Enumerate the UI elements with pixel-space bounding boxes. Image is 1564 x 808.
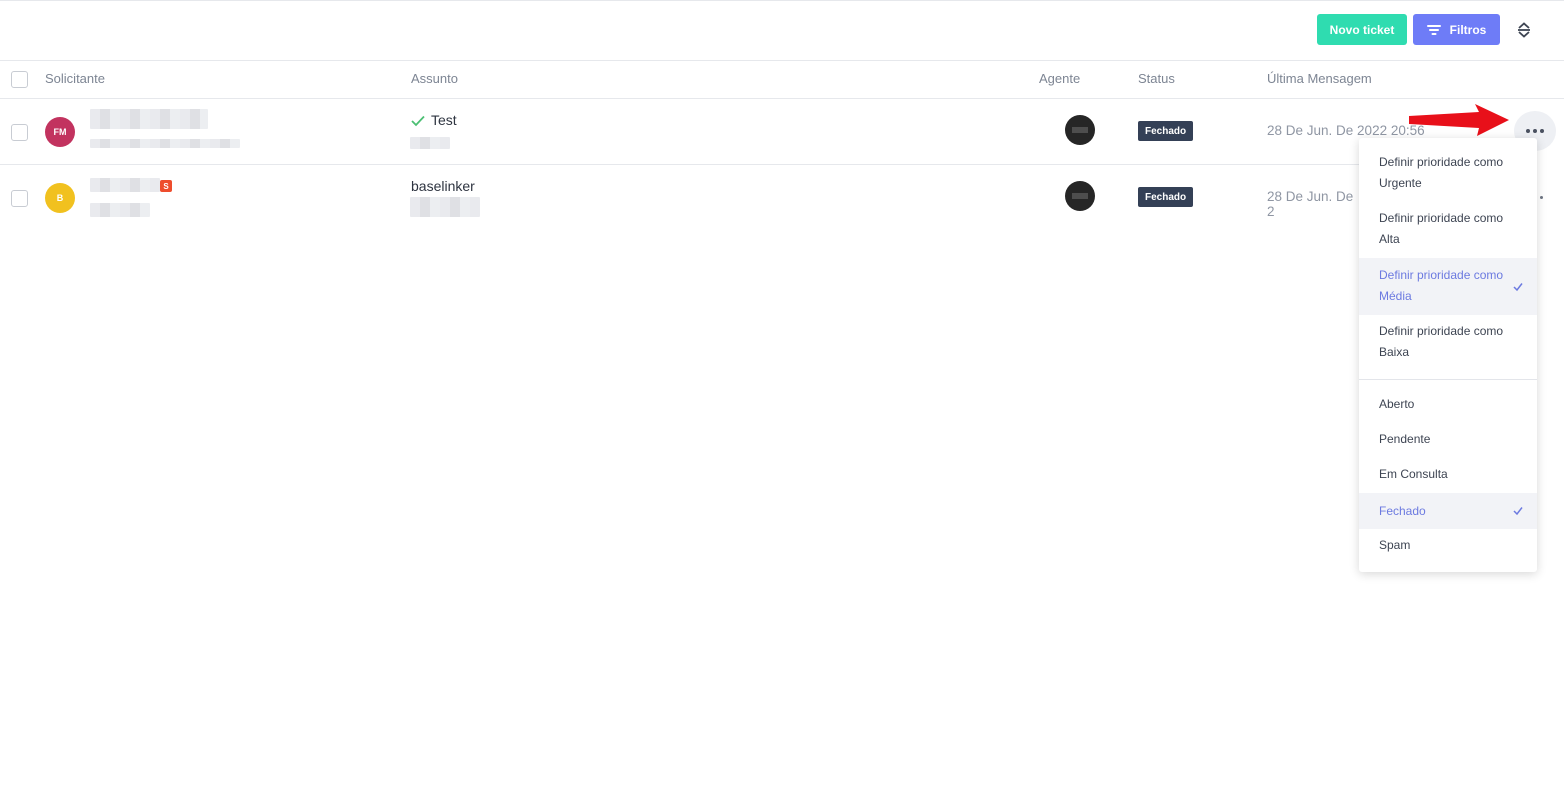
shop-bag-icon: S bbox=[160, 180, 172, 192]
menu-item-label: Definir prioridade como Alta bbox=[1379, 211, 1504, 246]
menu-priority-medium[interactable]: Definir prioridade como Média bbox=[1359, 258, 1537, 315]
avatar: B bbox=[45, 183, 75, 213]
requester-name-redacted bbox=[90, 109, 208, 129]
filters-label: Filtros bbox=[1449, 22, 1487, 37]
column-requester[interactable]: Solicitante bbox=[45, 71, 105, 86]
column-last-message[interactable]: Última Mensagem bbox=[1267, 71, 1372, 86]
agent-avatar bbox=[1065, 181, 1095, 211]
ticket-subject[interactable]: Test bbox=[411, 112, 457, 128]
menu-divider bbox=[1359, 379, 1537, 380]
red-arrow-annotation bbox=[1409, 104, 1509, 136]
menu-priority-urgent[interactable]: Definir prioridade como Urgente bbox=[1359, 152, 1537, 194]
menu-status-closed[interactable]: Fechado bbox=[1359, 493, 1537, 529]
status-badge: Fechado bbox=[1138, 187, 1194, 207]
row-checkbox[interactable] bbox=[11, 124, 28, 141]
agent-avatar bbox=[1065, 115, 1095, 145]
subject-preview-redacted bbox=[410, 197, 480, 217]
table-row[interactable]: FM Test Fechado 28 De Jun. De 2022 20:56 bbox=[0, 98, 1564, 164]
requester-email-redacted bbox=[90, 139, 240, 148]
subject-preview-redacted bbox=[410, 137, 450, 149]
menu-item-label: Definir prioridade como Baixa bbox=[1379, 324, 1504, 359]
check-icon bbox=[1513, 507, 1523, 516]
menu-item-label: Fechado bbox=[1379, 504, 1426, 518]
last-message-date: 28 De Jun. De 2022 20:56 bbox=[1267, 123, 1425, 138]
menu-item-label: Aberto bbox=[1379, 397, 1415, 411]
new-ticket-button[interactable]: Novo ticket bbox=[1317, 14, 1407, 45]
menu-status-in-consultation[interactable]: Em Consulta bbox=[1359, 464, 1537, 485]
table-row[interactable]: B S baselinker Fechado 28 De Jun. De 2 bbox=[0, 164, 1359, 230]
subject-text: Test bbox=[431, 112, 457, 128]
subject-text: baselinker bbox=[411, 178, 475, 194]
check-icon bbox=[411, 114, 425, 127]
select-all-checkbox[interactable] bbox=[11, 71, 28, 88]
toolbar: Novo ticket Filtros bbox=[0, 14, 1564, 45]
avatar: FM bbox=[45, 117, 75, 147]
column-agent[interactable]: Agente bbox=[1039, 71, 1080, 86]
more-dots-icon bbox=[1526, 129, 1530, 133]
status-badge: Fechado bbox=[1138, 121, 1194, 141]
menu-item-label: Definir prioridade como Urgente bbox=[1379, 155, 1504, 190]
row-more-dot[interactable] bbox=[1540, 196, 1543, 199]
menu-priority-high[interactable]: Definir prioridade como Alta bbox=[1359, 208, 1537, 250]
menu-item-label: Em Consulta bbox=[1379, 467, 1448, 481]
requester-email-redacted bbox=[90, 203, 150, 217]
menu-item-label: Pendente bbox=[1379, 432, 1431, 446]
row-checkbox[interactable] bbox=[11, 190, 28, 207]
filter-icon bbox=[1426, 24, 1441, 35]
column-status[interactable]: Status bbox=[1138, 71, 1175, 86]
menu-item-label: Definir prioridade como Média bbox=[1379, 268, 1504, 303]
row-actions-menu: Definir prioridade como Urgente Definir … bbox=[1359, 138, 1537, 572]
table-header: Solicitante Assunto Agente Status Última… bbox=[0, 61, 1564, 98]
last-message-date: 28 De Jun. De 2 bbox=[1267, 189, 1354, 219]
column-subject[interactable]: Assunto bbox=[411, 71, 458, 86]
check-icon bbox=[1513, 282, 1523, 291]
top-border bbox=[0, 0, 1564, 1]
menu-status-pending[interactable]: Pendente bbox=[1359, 429, 1537, 450]
menu-item-label: Spam bbox=[1379, 538, 1411, 552]
sort-up-down-icon[interactable] bbox=[1514, 20, 1534, 40]
menu-status-open[interactable]: Aberto bbox=[1359, 394, 1537, 415]
filters-button[interactable]: Filtros bbox=[1413, 14, 1500, 45]
menu-status-spam[interactable]: Spam bbox=[1359, 535, 1537, 556]
ticket-subject[interactable]: baselinker bbox=[411, 178, 475, 194]
menu-priority-low[interactable]: Definir prioridade como Baixa bbox=[1359, 321, 1537, 363]
requester-name-redacted bbox=[90, 178, 160, 192]
